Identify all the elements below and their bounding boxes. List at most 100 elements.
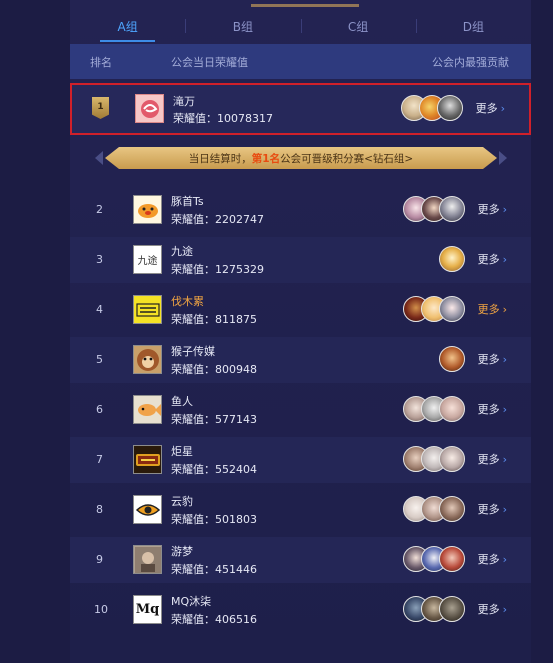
table-row-2: 2 豚首Ts 荣耀值：2202747 更多 ›	[70, 187, 531, 233]
guild-score: 荣耀值：10078317	[173, 112, 273, 125]
avatar[interactable]	[439, 496, 465, 522]
guild-logo: Mq	[133, 595, 162, 624]
avatar[interactable]	[437, 95, 463, 121]
guild-logo: 九途	[133, 245, 162, 274]
guild-score: 荣耀值：2202747	[171, 213, 264, 226]
fish-logo-icon	[137, 403, 161, 416]
rank-badge-icon: 1	[92, 97, 109, 119]
contributor-avatars	[439, 246, 465, 274]
guild-logo	[133, 495, 162, 524]
guild-logo	[133, 195, 162, 224]
chevron-right-icon: ›	[502, 453, 507, 466]
banner-arrow-right-icon	[499, 151, 507, 165]
more-link[interactable]: 更多 ›	[478, 187, 507, 233]
rank-number: 7	[96, 453, 103, 466]
table-row-4: 4 伐木累 荣耀值：811875 更多 ›	[70, 287, 531, 333]
star-logo-icon	[135, 453, 160, 466]
guild-name: 游梦	[171, 545, 193, 558]
guild-logo	[133, 295, 162, 324]
rank-number: 3	[96, 253, 103, 266]
tab-group-d[interactable]: D组	[415, 11, 531, 41]
contributor-avatars	[403, 446, 465, 474]
contributor-avatars	[403, 196, 465, 224]
table-row-3: 3 九途 九途 荣耀值：1275329 更多 ›	[70, 237, 531, 283]
pink-swirl-icon	[140, 99, 159, 118]
chevron-right-icon: ›	[500, 102, 505, 115]
contributor-avatars	[403, 296, 465, 324]
monkey-logo-icon	[136, 348, 159, 371]
more-link[interactable]: 更多 ›	[478, 287, 507, 333]
table-row-6: 6 鱼人 荣耀值：577143 更多 ›	[70, 387, 531, 433]
avatar[interactable]	[439, 396, 465, 422]
guild-name: 滝万	[173, 95, 195, 108]
guild-score: 荣耀值：501803	[171, 513, 257, 526]
more-link[interactable]: 更多 ›	[478, 587, 507, 633]
contributor-avatars	[403, 596, 465, 624]
guild-logo	[135, 94, 164, 123]
guild-name: 炬星	[171, 445, 193, 458]
more-link[interactable]: 更多 ›	[476, 85, 505, 133]
header-rank: 排名	[90, 55, 112, 69]
rank-number: 10	[94, 603, 108, 616]
avatar[interactable]	[439, 446, 465, 472]
rank-number: 5	[96, 353, 103, 366]
guild-name: 鱼人	[171, 395, 193, 408]
more-link[interactable]: 更多 ›	[478, 387, 507, 433]
more-link[interactable]: 更多 ›	[478, 237, 507, 283]
table-header: 排名 公会当日荣耀值 公会内最强贡献	[70, 44, 531, 79]
guild-logo	[133, 545, 162, 574]
rank-number: 4	[96, 303, 103, 316]
pig-logo-icon	[137, 203, 158, 218]
table-row-1: 1 滝万 荣耀值：10078317 更多 ›	[70, 83, 531, 135]
guild-score: 荣耀值：451446	[171, 563, 257, 576]
rank-number: 6	[96, 403, 103, 416]
avatar[interactable]	[439, 246, 465, 272]
table-row-5: 5 猴子传媒 荣耀值：800948 更多 ›	[70, 337, 531, 383]
avatar[interactable]	[439, 196, 465, 222]
tab-group-a[interactable]: A组	[70, 11, 185, 42]
guild-score: 荣耀值：1275329	[171, 263, 264, 276]
more-link[interactable]: 更多 ›	[478, 337, 507, 383]
guild-logo-text: Mq	[135, 602, 160, 617]
guild-logo	[133, 345, 162, 374]
guild-score: 荣耀值：577143	[171, 413, 257, 426]
avatar[interactable]	[439, 596, 465, 622]
group-tabs: A组 B组 C组 D组	[70, 11, 531, 42]
rank-number: 9	[96, 553, 103, 566]
table-row-8: 8 云豹 荣耀值：501803 更多 ›	[70, 487, 531, 533]
guild-score: 荣耀值：406516	[171, 613, 257, 626]
more-link[interactable]: 更多 ›	[478, 537, 507, 583]
promotion-banner: 当日结算时， 第1名 公会可晋级积分赛<钻石组>	[105, 147, 497, 169]
leopard-eye-logo-icon	[135, 503, 160, 516]
chevron-right-icon: ›	[502, 303, 507, 316]
dream-logo-icon	[134, 546, 161, 573]
more-link[interactable]: 更多 ›	[478, 487, 507, 533]
chevron-right-icon: ›	[502, 553, 507, 566]
avatar[interactable]	[439, 296, 465, 322]
table-row-9: 9 游梦 荣耀值：451446 更多 ›	[70, 537, 531, 583]
contributor-avatars	[401, 95, 463, 123]
contributor-avatars	[439, 346, 465, 374]
left-background	[0, 0, 70, 663]
guild-logo-text: 九途	[137, 256, 158, 267]
guild-score: 荣耀值：800948	[171, 363, 257, 376]
avatar[interactable]	[439, 546, 465, 572]
guild-name: MQ沐柒	[171, 595, 212, 608]
banner-suffix: 公会可晋级积分赛<钻石组>	[280, 152, 414, 165]
chevron-right-icon: ›	[502, 503, 507, 516]
avatar[interactable]	[439, 346, 465, 372]
chevron-right-icon: ›	[502, 603, 507, 616]
banner-prefix: 当日结算时，	[188, 152, 252, 165]
contributor-avatars	[403, 396, 465, 424]
tab-group-b[interactable]: B组	[185, 11, 300, 41]
header-contributor: 公会内最强贡献	[432, 55, 509, 69]
guild-name: 豚首Ts	[171, 195, 204, 208]
guild-score: 荣耀值：811875	[171, 313, 257, 326]
rank-number: 8	[96, 503, 103, 516]
chevron-right-icon: ›	[502, 253, 507, 266]
more-link[interactable]: 更多 ›	[478, 437, 507, 483]
contributor-avatars	[403, 546, 465, 574]
tab-group-c[interactable]: C组	[300, 11, 416, 41]
rank-number: 2	[96, 203, 103, 216]
top-accent-bar	[251, 4, 359, 7]
